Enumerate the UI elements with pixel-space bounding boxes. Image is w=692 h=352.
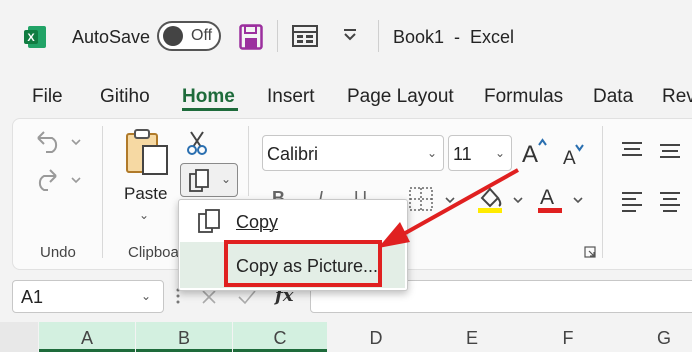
tab-gitiho[interactable]: Gitiho xyxy=(100,86,150,108)
customize-qat-icon[interactable] xyxy=(343,28,357,47)
copy-split-button[interactable]: ⌄ xyxy=(180,163,238,197)
column-header-f[interactable]: F xyxy=(520,328,616,349)
toggle-knob xyxy=(163,26,183,46)
undo-group-label: Undo xyxy=(40,244,76,261)
tab-data[interactable]: Data xyxy=(593,86,633,108)
copy-dropdown-chevron-icon[interactable]: ⌄ xyxy=(221,172,231,186)
svg-text:X: X xyxy=(27,32,35,44)
group-separator xyxy=(102,126,103,258)
align-left-icon[interactable] xyxy=(620,190,644,217)
cancel-icon[interactable] xyxy=(201,289,217,305)
svg-text:A: A xyxy=(563,148,576,168)
excel-logo-icon: X xyxy=(22,24,48,50)
name-box[interactable]: A1 ⌄ xyxy=(12,280,164,313)
column-header-a[interactable]: A xyxy=(39,322,135,352)
font-dialog-launcher-icon[interactable] xyxy=(584,245,596,263)
name-box-value: A1 xyxy=(21,287,44,307)
svg-text:A: A xyxy=(540,186,554,209)
titlebar-separator xyxy=(277,20,278,52)
copy-icon xyxy=(189,169,209,192)
column-header-d[interactable]: D xyxy=(328,328,424,349)
autosave-state: Off xyxy=(191,27,213,44)
tab-file[interactable]: File xyxy=(32,86,63,108)
clipboard-group-label: Clipboa xyxy=(128,244,179,261)
font-name-chevron-icon[interactable]: ⌄ xyxy=(427,146,437,160)
column-header-e[interactable]: E xyxy=(424,328,520,349)
redo-icon[interactable] xyxy=(34,166,84,197)
autosave-label: AutoSave xyxy=(72,27,151,47)
select-all-corner[interactable] xyxy=(0,322,38,352)
column-header-g[interactable]: G xyxy=(616,328,692,349)
align-top-icon[interactable] xyxy=(620,140,644,165)
group-separator xyxy=(248,126,249,196)
paste-label[interactable]: Paste xyxy=(124,184,167,204)
align-middle-icon[interactable] xyxy=(658,142,682,167)
column-header-b[interactable]: B xyxy=(136,322,232,352)
tab-formulas[interactable]: Formulas xyxy=(484,86,563,108)
group-separator xyxy=(602,126,603,258)
font-color-icon[interactable]: A xyxy=(536,184,588,221)
titlebar-separator xyxy=(378,20,379,52)
tab-page-layout[interactable]: Page Layout xyxy=(347,86,454,108)
column-header-c[interactable]: C xyxy=(233,322,327,352)
enter-icon[interactable] xyxy=(237,289,257,305)
copy-menu-icon xyxy=(197,208,225,239)
paste-icon[interactable] xyxy=(124,128,170,181)
save-icon[interactable] xyxy=(239,24,263,55)
cut-icon[interactable] xyxy=(186,130,208,161)
callout-highlight-box xyxy=(224,240,382,287)
form-icon[interactable] xyxy=(292,25,318,52)
window-title: Book1 - Excel xyxy=(393,27,515,47)
tab-review[interactable]: Rev xyxy=(662,86,692,108)
tab-home[interactable]: Home xyxy=(182,86,235,108)
paste-dropdown-chevron-icon[interactable]: ⌄ xyxy=(139,208,149,222)
font-size-chevron-icon[interactable]: ⌄ xyxy=(495,146,505,160)
active-tab-indicator xyxy=(182,108,238,111)
name-box-chevron-icon[interactable]: ⌄ xyxy=(141,289,151,303)
tab-insert[interactable]: Insert xyxy=(267,86,315,108)
align-center-icon[interactable] xyxy=(658,190,682,217)
font-name-value: Calibri xyxy=(267,144,319,164)
autosave-toggle[interactable]: Off xyxy=(157,21,221,51)
menu-item-copy[interactable]: Copy xyxy=(236,212,278,233)
callout-arrow xyxy=(378,168,519,248)
undo-icon[interactable] xyxy=(34,128,84,159)
decrease-font-size-icon[interactable]: A xyxy=(561,140,587,173)
